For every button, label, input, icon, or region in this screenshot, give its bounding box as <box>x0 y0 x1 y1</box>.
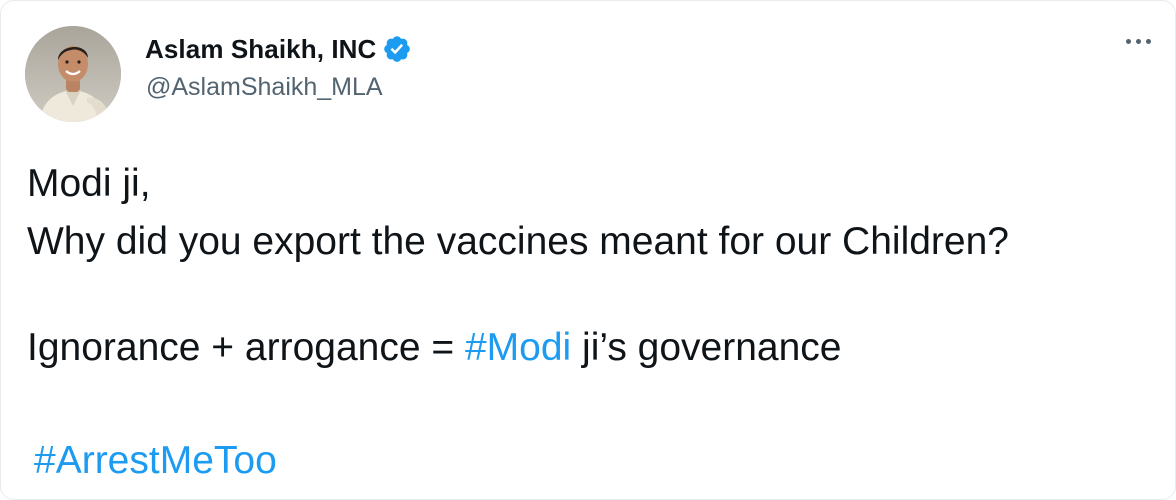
tweet-text-line-2: Why did you export the vaccines meant fo… <box>27 220 1009 263</box>
more-options-icon[interactable] <box>1126 39 1151 44</box>
hashtag-link-arrestmetoo[interactable]: #ArrestMeToo <box>34 439 277 482</box>
dot <box>1146 39 1151 44</box>
hashtag-link-modi[interactable]: #Modi <box>465 326 571 369</box>
avatar-image <box>25 26 121 122</box>
dot <box>1126 39 1131 44</box>
tweet-text-line-3: Ignorance + arrogance = #Modi ji’s gover… <box>27 325 842 371</box>
user-handle[interactable]: @AslamShaikh_MLA <box>146 73 383 102</box>
avatar[interactable] <box>25 26 121 122</box>
name-row: Aslam Shaikh, INC <box>145 31 412 67</box>
tweet-text-line-4: #ArrestMeToo <box>34 438 277 484</box>
tweet-text-suffix: ji’s governance <box>571 326 842 369</box>
tweet-text-line-1: Modi ji, <box>27 162 151 205</box>
tweet-text-prefix: Ignorance + arrogance = <box>27 326 465 369</box>
verified-badge-icon <box>384 36 411 62</box>
dot <box>1136 39 1141 44</box>
display-name[interactable]: Aslam Shaikh, INC <box>145 34 376 65</box>
tweet-card: Aslam Shaikh, INC @AslamShaikh_MLA Modi … <box>0 0 1176 500</box>
